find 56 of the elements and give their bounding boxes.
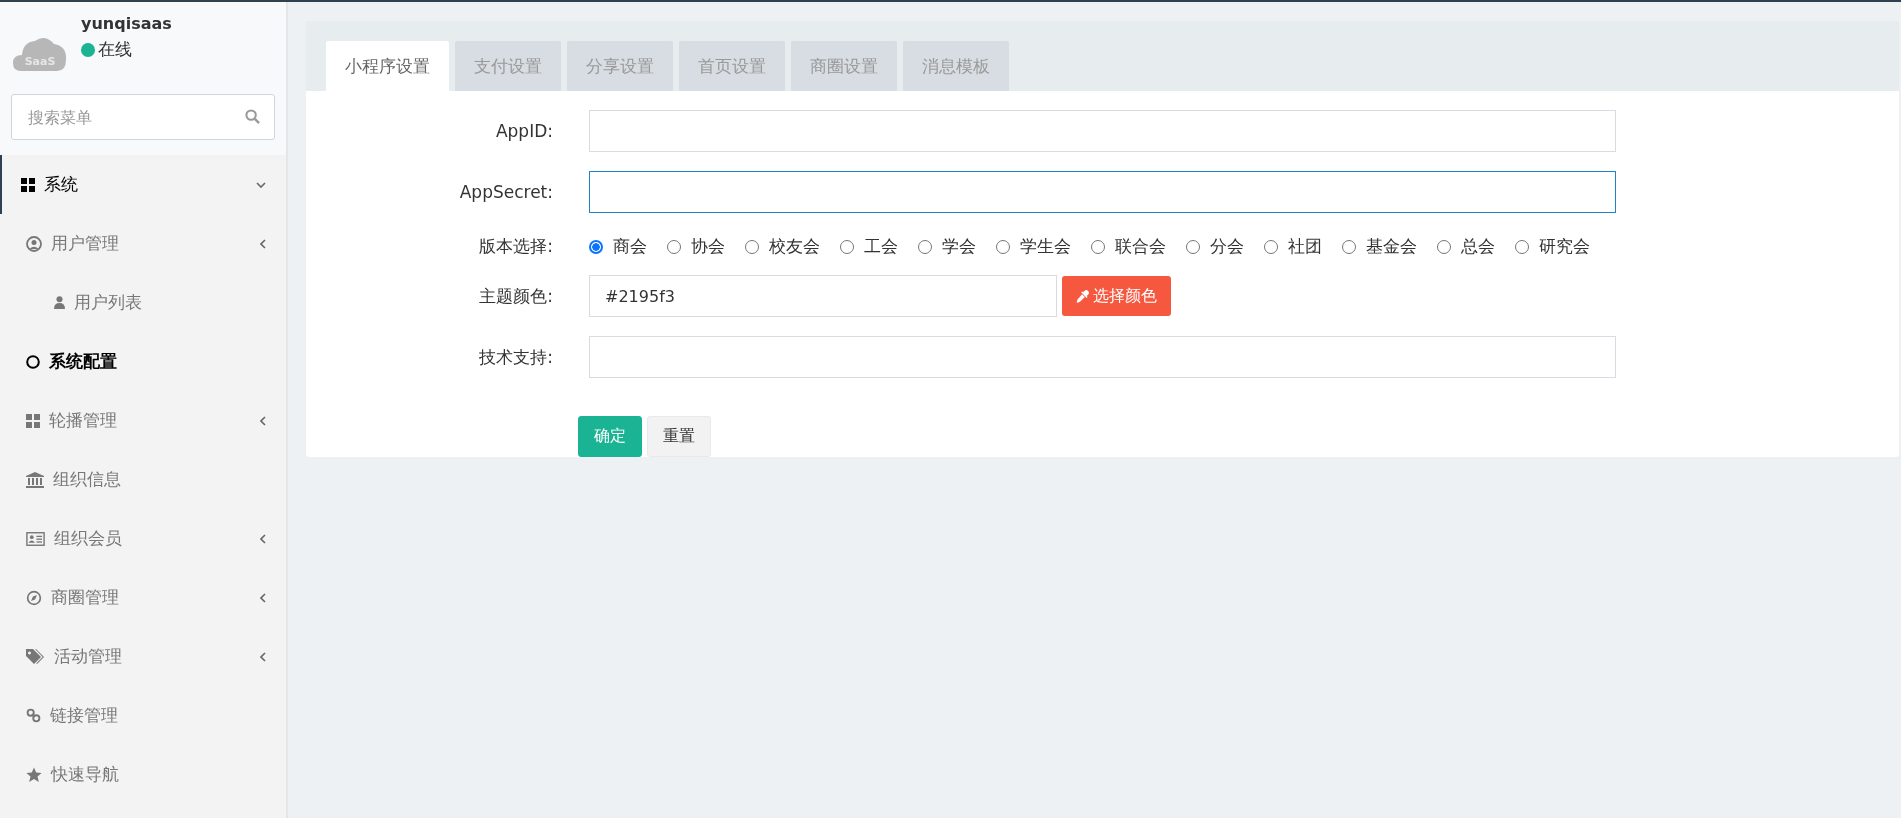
chevron-left-icon	[260, 533, 266, 544]
grid-icon	[26, 413, 40, 428]
field-label: 主题颜色:	[478, 284, 554, 308]
radio-option[interactable]: 商会	[589, 235, 647, 258]
radio-option[interactable]: 研究会	[1515, 235, 1590, 258]
reset-button[interactable]: 重置	[647, 416, 711, 457]
radio-option[interactable]: 学生会	[996, 235, 1071, 258]
text-field[interactable]	[589, 171, 1616, 213]
star-icon	[26, 766, 42, 783]
color-field[interactable]: #2195f3	[589, 275, 1057, 317]
menu-item[interactable]: 系统	[0, 155, 286, 214]
id-card-icon	[26, 531, 45, 546]
tags-icon	[26, 648, 45, 665]
menu-item[interactable]: 链接管理	[0, 686, 286, 745]
menu-item[interactable]: 组织信息	[0, 450, 286, 509]
menu-item[interactable]: 快速导航	[0, 745, 286, 804]
radio-option[interactable]: 工会	[840, 235, 898, 258]
online-status-dot	[81, 42, 95, 57]
menu-item[interactable]: 组织会员	[0, 509, 286, 568]
radio-option[interactable]: 社团	[1264, 235, 1322, 258]
tab[interactable]: 小程序设置	[326, 41, 449, 91]
radio-option[interactable]: 协会	[667, 235, 725, 258]
search-icon	[245, 109, 260, 124]
radio-option[interactable]: 基金会	[1342, 235, 1417, 258]
chevron-left-icon	[260, 415, 266, 426]
field-label: 技术支持:	[478, 345, 554, 369]
eyedropper-icon	[1076, 289, 1089, 303]
chevron-left-icon	[260, 651, 266, 662]
status-text: 在线	[98, 38, 132, 61]
radio-option[interactable]: 学会	[918, 235, 976, 258]
circle-icon	[26, 354, 40, 369]
radio-option[interactable]: 分会	[1186, 235, 1244, 258]
field-label: AppID:	[494, 121, 554, 141]
radio-option[interactable]: 总会	[1437, 235, 1495, 258]
choose-color-button[interactable]: 选择颜色	[1062, 276, 1171, 316]
search-field[interactable]: 搜索菜单	[11, 94, 275, 140]
link-icon	[26, 708, 41, 723]
menu-item[interactable]: 商圈管理	[0, 568, 286, 627]
field-label: AppSecret:	[458, 182, 554, 202]
grid-icon	[21, 177, 35, 192]
menu-item[interactable]: 轮播管理	[0, 391, 286, 450]
compass-icon	[26, 589, 42, 606]
user-circle-icon	[26, 235, 42, 252]
chevron-left-icon	[260, 238, 266, 249]
menu-item[interactable]: 系统配置	[0, 332, 286, 391]
bank-icon	[26, 471, 44, 488]
chevron-left-icon	[260, 592, 266, 603]
chevron-down-icon	[256, 181, 266, 188]
field-label: 版本选择:	[478, 235, 554, 258]
radio-option[interactable]: 联合会	[1091, 235, 1166, 258]
menu-item[interactable]: 用户管理	[0, 214, 286, 273]
menu-item[interactable]: 用户列表	[0, 273, 286, 332]
menu-item[interactable]: 活动管理	[0, 627, 286, 686]
user-icon	[54, 296, 65, 309]
radio-option[interactable]: 校友会	[745, 235, 820, 258]
user-name: yunqisaas	[81, 14, 172, 33]
